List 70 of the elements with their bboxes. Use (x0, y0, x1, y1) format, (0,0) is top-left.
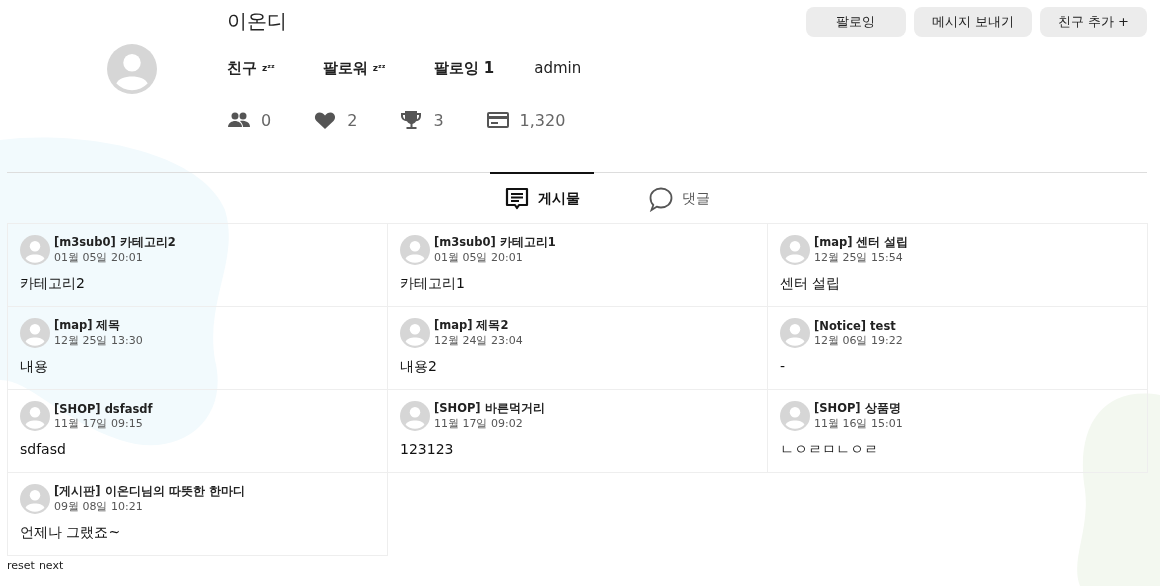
relation-count[interactable]: 팔로잉 1 (433, 58, 495, 78)
post-body: sdfasd (20, 441, 66, 457)
post-title: [SHOP] 상품명 (814, 401, 902, 416)
tab[interactable]: 댓글 (634, 172, 724, 223)
author-avatar (400, 318, 430, 348)
post-date: 12월 25일 13:30 (54, 333, 143, 348)
stat-value: 0 (261, 110, 272, 130)
post-title: [m3sub0] 카테고리2 (54, 235, 176, 250)
post-date: 01월 05일 20:01 (434, 250, 524, 265)
post-card[interactable]: [m3sub0] 카테고리2 01월 05일 20:01 카테고리2 (8, 224, 388, 307)
post-card[interactable]: [게시판] 이온디님의 따뜻한 한마디 09월 08일 10:21 언제나 그랬죠~ (8, 473, 388, 556)
post-title: [m3sub0] 카테고리1 (434, 235, 556, 250)
post-card[interactable]: [SHOP] 상품명 11월 16일 15:01 ㄴㅇㄹㅁㄴㅇㄹ (768, 390, 1148, 473)
author-avatar (20, 484, 50, 514)
post-body: 내용 (20, 358, 48, 376)
relation-count[interactable]: 친구 $^{zᶻᶻ}$ (227, 58, 275, 78)
post-date: 01월 05일 20:01 (54, 250, 144, 265)
action-button[interactable]: 친구 추가 + (1039, 7, 1147, 37)
relation-count[interactable]: 팔로워 $^{zᶻᶻ}$ (322, 58, 386, 78)
stat-value: 2 (347, 110, 358, 130)
post-body: - (780, 358, 786, 374)
author-avatar (780, 401, 810, 431)
post-card[interactable]: [SHOP] dsfasdf 11월 17일 09:15 sdfasd (8, 390, 388, 473)
post-body: 카테고리1 (400, 275, 465, 293)
post-body: 카테고리2 (20, 275, 85, 293)
speech-bubble-icon (648, 185, 674, 212)
author-avatar (20, 401, 50, 431)
pager-link[interactable]: next (38, 559, 64, 572)
post-body: 내용2 (400, 358, 437, 376)
post-date: 11월 17일 09:15 (54, 415, 144, 431)
post-card[interactable]: [Notice] test 12월 06일 19:22 - (768, 307, 1148, 390)
author-avatar (780, 318, 810, 348)
author-avatar (780, 235, 810, 265)
post-card[interactable]: [map] 제목2 12월 24일 23:04 내용2 (388, 307, 768, 390)
post-date: 12월 25일 15:54 (814, 250, 904, 265)
post-title: [게시판] 이온디님의 따뜻한 한마디 (54, 484, 245, 499)
action-button[interactable]: 팔로잉 (805, 7, 906, 37)
message-icon (504, 185, 530, 212)
post-body: 언제나 그랬죠~ (20, 524, 121, 542)
post-date: 11월 17일 09:02 (434, 416, 524, 431)
stat-value: 3 (433, 110, 444, 130)
post-body: 센터 설립 (780, 275, 841, 293)
trophy-icon (399, 108, 424, 132)
stat-value: 1,320 (519, 110, 566, 130)
post-date: 11월 16일 15:01 (814, 416, 903, 431)
post-card[interactable]: [SHOP] 바른먹거리 11월 17일 09:02 123123 (388, 390, 768, 473)
post-date: 12월 06일 19:22 (814, 332, 903, 348)
post-card[interactable]: [map] 센터 설립 12월 25일 15:54 센터 설립 (768, 224, 1148, 307)
post-title: [SHOP] 바른먹거리 (434, 401, 545, 416)
author-avatar (400, 235, 430, 265)
post-title: [map] 센터 설립 (814, 235, 909, 250)
post-body: ㄴㅇㄹㅁㄴㅇㄹ (780, 441, 878, 459)
post-card[interactable]: [map] 제목 12월 25일 13:30 내용 (8, 307, 388, 390)
profile-avatar (107, 44, 157, 94)
post-title: [SHOP] dsfasdf (54, 401, 153, 416)
author-avatar (20, 318, 50, 348)
tab[interactable]: 게시물 (490, 172, 594, 223)
profile-name: 이온디 (227, 8, 288, 35)
action-button[interactable]: 메시지 보내기 (913, 7, 1032, 37)
author-avatar (400, 401, 430, 431)
post-date: 12월 24일 23:04 (434, 333, 523, 348)
role-label: admin (534, 59, 582, 77)
post-date: 09월 08일 10:21 (54, 499, 144, 514)
author-avatar (20, 235, 50, 265)
post-body: 123123 (400, 441, 454, 457)
pager-link[interactable]: reset (7, 559, 35, 572)
post-title: [map] 제목 (54, 318, 122, 333)
post-card[interactable]: [m3sub0] 카테고리1 01월 05일 20:01 카테고리1 (388, 224, 768, 307)
post-title: [Notice] test (814, 318, 897, 333)
post-title: [map] 제목2 (434, 318, 510, 333)
